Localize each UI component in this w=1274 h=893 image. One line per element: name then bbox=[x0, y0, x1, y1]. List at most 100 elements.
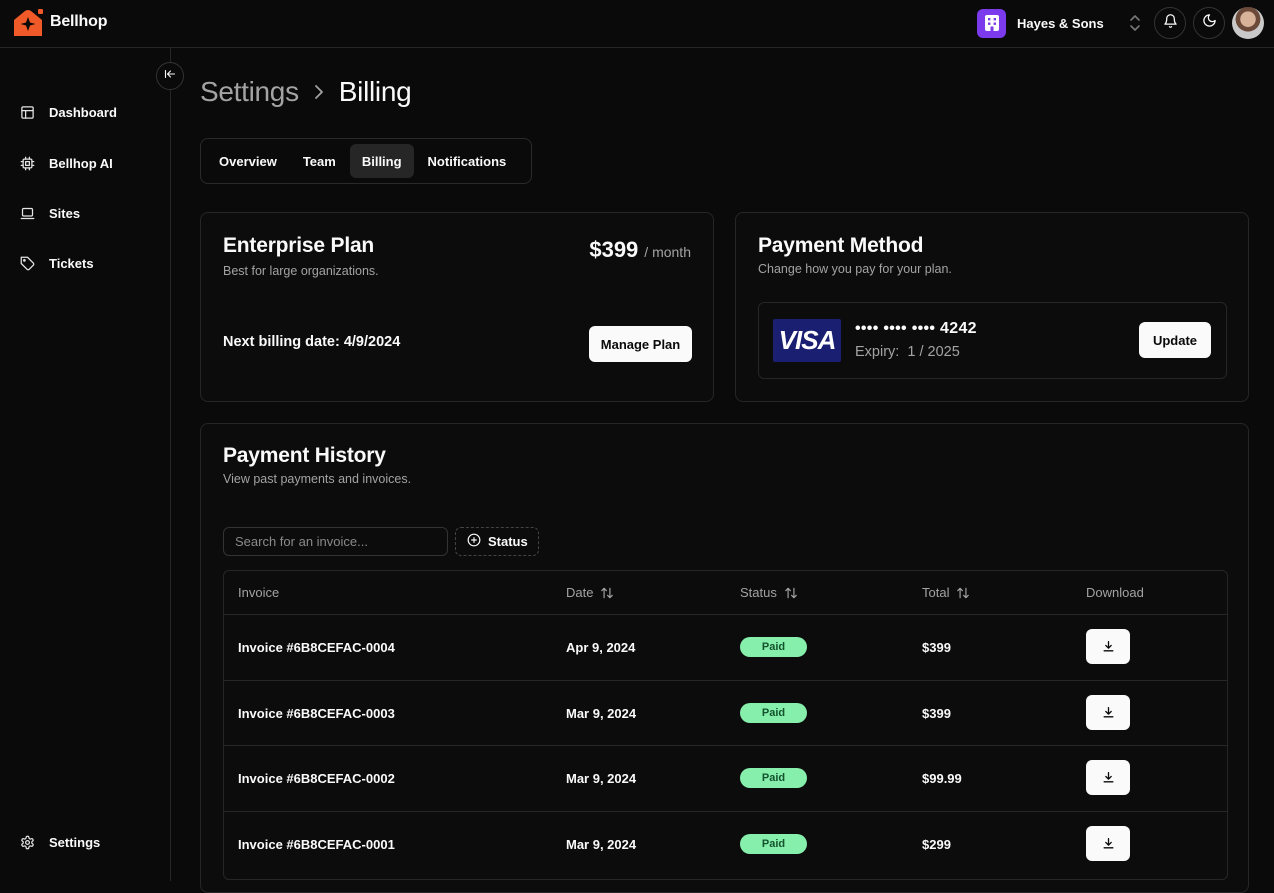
column-label: Status bbox=[740, 585, 777, 600]
breadcrumb: Settings Billing bbox=[200, 76, 412, 108]
building-icon bbox=[977, 8, 1006, 38]
bellhop-logo-icon bbox=[12, 6, 44, 38]
cpu-icon bbox=[20, 156, 35, 170]
plan-subtitle: Best for large organizations. bbox=[223, 264, 379, 278]
arrow-left-to-line-icon bbox=[164, 67, 176, 85]
sort-icon bbox=[785, 587, 797, 598]
column-download: Download bbox=[1086, 585, 1144, 600]
invoice-date: Apr 9, 2024 bbox=[566, 640, 636, 655]
status-badge: Paid bbox=[740, 702, 807, 723]
visa-logo-icon: VISA bbox=[773, 319, 841, 362]
tab-overview[interactable]: Overview bbox=[207, 144, 289, 178]
invoice-id: Invoice #6B8CEFAC-0004 bbox=[238, 640, 395, 655]
payment-history-title: Payment History bbox=[223, 444, 386, 467]
invoice-id: Invoice #6B8CEFAC-0003 bbox=[238, 705, 395, 721]
laptop-icon bbox=[20, 207, 35, 219]
sidebar-item-label: Settings bbox=[49, 834, 101, 850]
invoice-total: $399 bbox=[922, 640, 951, 655]
invoice-total: $399 bbox=[922, 705, 951, 721]
sidebar-item-label: Sites bbox=[49, 205, 81, 221]
invoice-search-input[interactable]: Search for an invoice... bbox=[223, 527, 448, 556]
payment-method-subtitle: Change how you pay for your plan. bbox=[758, 262, 952, 276]
download-invoice-button[interactable] bbox=[1086, 825, 1130, 861]
app-name: Bellhop bbox=[50, 13, 108, 30]
invoice-total: $99.99 bbox=[922, 771, 962, 786]
invoice-date: Mar 9, 2024 bbox=[566, 771, 637, 786]
manage-plan-button[interactable]: Manage Plan bbox=[589, 326, 692, 362]
column-label: Invoice bbox=[238, 585, 280, 600]
plan-card: Enterprise Plan Best for large organizat… bbox=[200, 212, 714, 402]
user-avatar[interactable] bbox=[1232, 7, 1264, 39]
download-invoice-button[interactable] bbox=[1086, 629, 1130, 664]
status-badge: Paid bbox=[740, 768, 807, 788]
theme-toggle-button[interactable] bbox=[1193, 7, 1225, 39]
layout-icon bbox=[21, 105, 34, 119]
chevron-right-icon bbox=[313, 84, 325, 100]
breadcrumb-settings-link[interactable]: Settings bbox=[200, 76, 299, 108]
plan-price: $399 / month bbox=[589, 237, 691, 263]
column-status[interactable]: Status bbox=[740, 585, 798, 600]
invoice-date: Mar 9, 2024 bbox=[566, 836, 637, 852]
next-billing-date: Next billing date: 4/9/2024 bbox=[223, 334, 401, 350]
sidebar-item-settings[interactable]: Settings bbox=[20, 832, 100, 852]
sidebar-item-label: Tickets bbox=[49, 255, 94, 271]
invoice-table: Invoice Date Status Total Download Invoi… bbox=[223, 570, 1228, 880]
plus-circle-icon bbox=[467, 533, 481, 550]
invoice-id: Invoice #6B8CEFAC-0001 bbox=[238, 836, 395, 852]
app-logo[interactable]: Bellhop bbox=[12, 6, 107, 38]
page-title: Billing bbox=[338, 76, 412, 107]
sidebar: Dashboard Bellhop AI Sites Tickets Setti… bbox=[0, 48, 171, 881]
bell-icon bbox=[1163, 13, 1178, 34]
org-switcher[interactable]: Hayes & Sons bbox=[977, 8, 1142, 38]
download-icon bbox=[1103, 771, 1113, 783]
column-label: Download bbox=[1086, 585, 1144, 600]
collapse-sidebar-button[interactable] bbox=[156, 62, 184, 90]
column-total[interactable]: Total bbox=[922, 585, 970, 600]
payment-history-subtitle: View past payments and invoices. bbox=[223, 472, 412, 486]
settings-tabs: Overview Team Billing Notifications bbox=[200, 138, 532, 184]
saved-card: VISA •••• •••• •••• 4242 Expiry: 1 / 202… bbox=[758, 302, 1227, 379]
tab-team[interactable]: Team bbox=[291, 144, 348, 178]
status-badge: Paid bbox=[740, 637, 807, 657]
moon-icon bbox=[1202, 13, 1217, 33]
table-row: Invoice #6B8CEFAC-0003 Mar 9, 2024 Paid … bbox=[224, 681, 1227, 746]
sidebar-item-label: Bellhop AI bbox=[49, 155, 113, 171]
price-amount: $399 bbox=[589, 237, 639, 262]
plan-title: Enterprise Plan bbox=[223, 234, 375, 257]
org-name: Hayes & Sons bbox=[1017, 15, 1104, 31]
sort-icon bbox=[957, 587, 970, 598]
price-period: / month bbox=[644, 244, 691, 260]
top-bar: Bellhop Hayes & Sons bbox=[0, 0, 1274, 48]
tab-notifications[interactable]: Notifications bbox=[416, 144, 519, 178]
table-row: Invoice #6B8CEFAC-0001 Mar 9, 2024 Paid … bbox=[224, 812, 1227, 878]
sidebar-item-sites[interactable]: Sites bbox=[20, 203, 80, 223]
sidebar-item-bellhop-ai[interactable]: Bellhop AI bbox=[20, 153, 113, 173]
card-expiry: Expiry: 1 / 2025 bbox=[855, 344, 960, 360]
table-header: Invoice Date Status Total Download bbox=[224, 571, 1227, 615]
status-filter-button[interactable]: Status bbox=[455, 527, 539, 556]
download-invoice-button[interactable] bbox=[1086, 760, 1130, 795]
column-label: Total bbox=[922, 585, 950, 600]
gear-icon bbox=[21, 835, 34, 849]
status-badge: Paid bbox=[740, 833, 807, 854]
update-card-button[interactable]: Update bbox=[1139, 322, 1211, 358]
download-invoice-button[interactable] bbox=[1086, 694, 1130, 730]
table-row: Invoice #6B8CEFAC-0004 Apr 9, 2024 Paid … bbox=[224, 615, 1227, 681]
column-date[interactable]: Date bbox=[566, 585, 614, 600]
sort-icon bbox=[601, 587, 614, 598]
payment-history-card: Payment History View past payments and i… bbox=[200, 423, 1249, 893]
column-invoice: Invoice bbox=[238, 585, 279, 600]
notifications-button[interactable] bbox=[1154, 7, 1186, 39]
status-filter-label: Status bbox=[488, 534, 528, 549]
payment-method-card: Payment Method Change how you pay for yo… bbox=[735, 212, 1249, 402]
chevrons-up-down-icon bbox=[1128, 13, 1142, 33]
sidebar-item-dashboard[interactable]: Dashboard bbox=[20, 102, 117, 122]
column-label: Date bbox=[566, 585, 594, 600]
sidebar-item-tickets[interactable]: Tickets bbox=[20, 253, 94, 273]
card-number: •••• •••• •••• 4242 bbox=[855, 320, 977, 337]
download-icon bbox=[1103, 706, 1113, 717]
sidebar-item-label: Dashboard bbox=[49, 104, 117, 120]
download-icon bbox=[1103, 640, 1113, 652]
invoice-total: $299 bbox=[922, 836, 951, 852]
tab-billing[interactable]: Billing bbox=[349, 144, 414, 178]
